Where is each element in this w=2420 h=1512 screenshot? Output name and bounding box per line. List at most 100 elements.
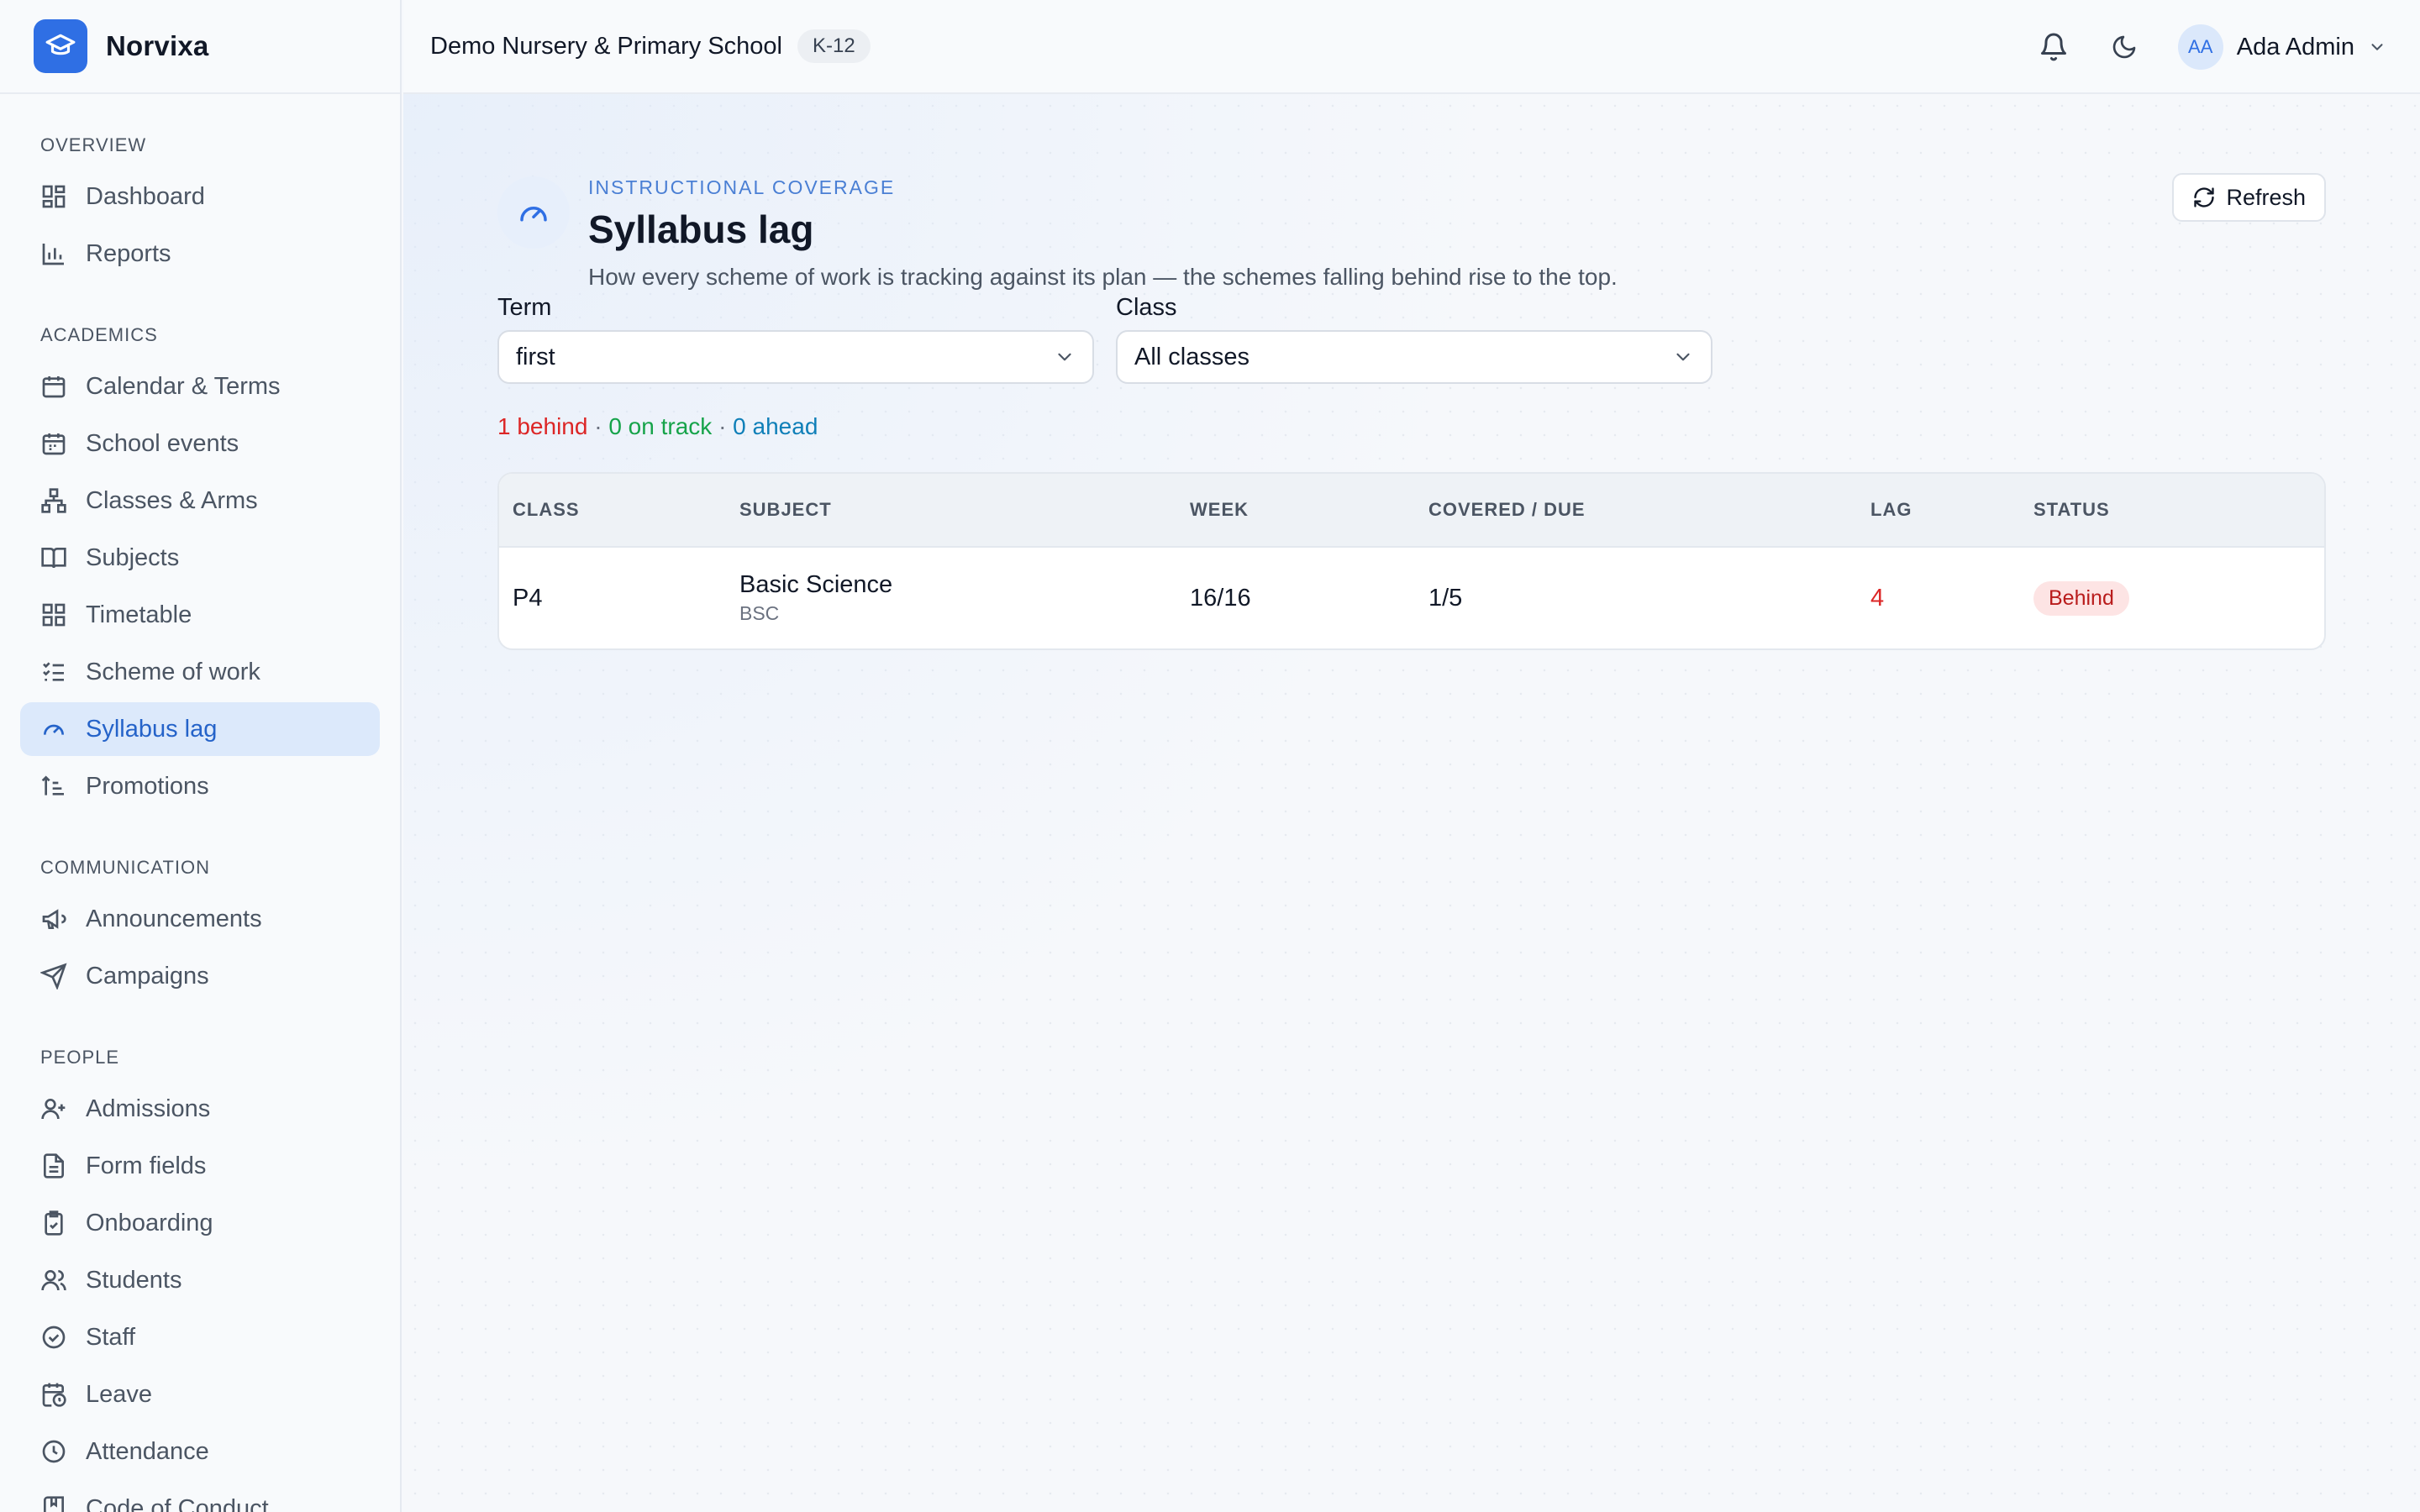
avatar: AA: [2177, 24, 2223, 70]
chevron-down-icon: [1058, 353, 1071, 361]
subject-name: Basic Science: [739, 571, 893, 598]
sort-up-icon: [41, 775, 64, 795]
sidebar-item-code-of-conduct[interactable]: Code of Conduct: [20, 1482, 380, 1512]
cell-class: P4: [513, 584, 543, 612]
nav-section-people: People Admissions Form fields Onboarding…: [0, 1006, 400, 1512]
sidebar-item-label: Campaigns: [86, 962, 209, 990]
page-subtitle: How every scheme of work is tracking aga…: [588, 264, 1618, 290]
grade-badge: K-12: [797, 29, 871, 63]
column-header-lag[interactable]: Lag: [1870, 499, 1912, 521]
sidebar-item-label: Dashboard: [86, 182, 205, 210]
column-header-class[interactable]: Class: [513, 499, 580, 521]
user-name: Ada Admin: [2236, 33, 2354, 60]
sidebar-item-label: Form fields: [86, 1152, 207, 1179]
sidebar-item-label: Promotions: [86, 772, 209, 800]
refresh-button[interactable]: Refresh: [2172, 173, 2326, 222]
bar-chart-icon: [42, 244, 64, 265]
sidebar-item-label: School events: [86, 429, 239, 457]
sidebar-item-reports[interactable]: Reports: [20, 227, 380, 281]
page-header: Instructional coverage Syllabus lag How …: [497, 134, 2326, 290]
class-value: All classes: [1134, 343, 1249, 370]
sidebar-item-label: Calendar & Terms: [86, 372, 281, 400]
cell-lag: 4: [1870, 584, 1885, 612]
checklist-icon: [43, 662, 64, 681]
moon-icon: [2112, 35, 2136, 59]
sidebar-item-label: Staff: [86, 1323, 136, 1351]
term-select[interactable]: first: [497, 330, 1094, 384]
sidebar-item-dashboard[interactable]: Dashboard: [20, 170, 380, 223]
nav-section-communication: Communication Announcements Campaigns: [0, 816, 400, 1003]
sidebar: Norvixa Overview Dashboard Reports Acade…: [0, 0, 402, 1512]
clipboard-check-icon: [45, 1210, 63, 1236]
theme-toggle-button[interactable]: [2107, 30, 2141, 64]
sidebar-item-form-fields[interactable]: Form fields: [20, 1139, 380, 1193]
summary-separator: ·: [718, 413, 727, 439]
nav-heading: Overview: [40, 134, 147, 155]
sidebar-item-classes-arms[interactable]: Classes & Arms: [20, 474, 380, 528]
column-header-subject[interactable]: Subject: [739, 499, 832, 521]
sidebar-item-calendar-terms[interactable]: Calendar & Terms: [20, 360, 380, 413]
sidebar-item-label: Announcements: [86, 905, 262, 932]
user-menu[interactable]: AA Ada Admin: [2177, 24, 2386, 70]
top-bar: Demo Nursery & Primary School K-12 AA Ad…: [403, 0, 2420, 94]
hierarchy-icon: [41, 488, 66, 513]
page-eyebrow: Instructional coverage: [588, 176, 896, 198]
table-row[interactable]: P4 Basic Science BSC 16/16 1/5 4 Behind: [499, 548, 2324, 648]
sidebar-item-admissions[interactable]: Admissions: [20, 1082, 380, 1136]
sidebar-item-leave[interactable]: Leave: [20, 1368, 380, 1421]
summary-behind: 1 behind: [497, 413, 588, 439]
chevron-down-icon: [2371, 44, 2383, 50]
sidebar-item-students[interactable]: Students: [20, 1253, 380, 1307]
nav-section-academics: Academics Calendar & Terms School events…: [0, 284, 400, 813]
term-value: first: [516, 343, 555, 370]
sidebar-item-label: Code of Conduct: [86, 1494, 269, 1512]
school-name[interactable]: Demo Nursery & Primary School: [430, 33, 782, 60]
megaphone-icon: [42, 909, 66, 929]
dashboard-icon: [42, 185, 66, 208]
main-content: Instructional coverage Syllabus lag How …: [403, 94, 2420, 1512]
sidebar-item-campaigns[interactable]: Campaigns: [20, 949, 380, 1003]
sidebar-item-timetable[interactable]: Timetable: [20, 588, 380, 642]
status-badge: Behind: [2033, 580, 2129, 616]
sidebar-item-syllabus-lag[interactable]: Syllabus lag: [20, 702, 380, 756]
sidebar-item-staff[interactable]: Staff: [20, 1310, 380, 1364]
calendar-icon: [42, 433, 66, 455]
calendar-clock-icon: [42, 1383, 66, 1407]
column-header-week[interactable]: Week: [1190, 499, 1249, 521]
sidebar-item-school-events[interactable]: School events: [20, 417, 380, 470]
send-icon: [40, 963, 67, 990]
sidebar-item-label: Classes & Arms: [86, 486, 258, 514]
sidebar-item-promotions[interactable]: Promotions: [20, 759, 380, 813]
nav-heading: People: [40, 1047, 120, 1068]
sidebar-item-label: Scheme of work: [86, 658, 260, 685]
summary-separator: ·: [594, 413, 602, 439]
brand-name: Norvixa: [106, 30, 209, 61]
column-header-status[interactable]: Status: [2033, 499, 2110, 521]
brand[interactable]: Norvixa: [0, 0, 400, 94]
sidebar-item-announcements[interactable]: Announcements: [20, 892, 380, 946]
sidebar-item-label: Admissions: [86, 1095, 211, 1122]
graduation-cap-icon: [34, 19, 87, 73]
sidebar-item-label: Students: [86, 1266, 182, 1294]
notifications-button[interactable]: [2037, 30, 2070, 64]
refresh-label: Refresh: [2226, 184, 2306, 210]
sidebar-item-label: Reports: [86, 239, 171, 267]
sidebar-item-subjects[interactable]: Subjects: [20, 531, 380, 585]
gauge-icon: [497, 176, 570, 249]
sidebar-item-attendance[interactable]: Attendance: [20, 1425, 380, 1478]
sidebar-item-label: Onboarding: [86, 1209, 213, 1236]
gauge-icon: [44, 724, 64, 735]
grid-icon: [42, 603, 66, 627]
class-select[interactable]: All classes: [1116, 330, 1712, 384]
term-label: Term: [497, 294, 552, 321]
status-summary: 1 behind · 0 on track · 0 ahead: [497, 413, 818, 440]
cell-status: Behind: [2033, 580, 2129, 616]
sidebar-item-label: Syllabus lag: [86, 715, 218, 743]
sidebar-item-onboarding[interactable]: Onboarding: [20, 1196, 380, 1250]
sidebar-item-label: Attendance: [86, 1437, 209, 1465]
column-header-covered-due[interactable]: Covered / Due: [1428, 499, 1586, 521]
chevron-down-icon: [1676, 353, 1690, 361]
clock-icon: [42, 1440, 66, 1463]
sidebar-item-label: Timetable: [86, 601, 192, 628]
sidebar-item-scheme-of-work[interactable]: Scheme of work: [20, 645, 380, 699]
